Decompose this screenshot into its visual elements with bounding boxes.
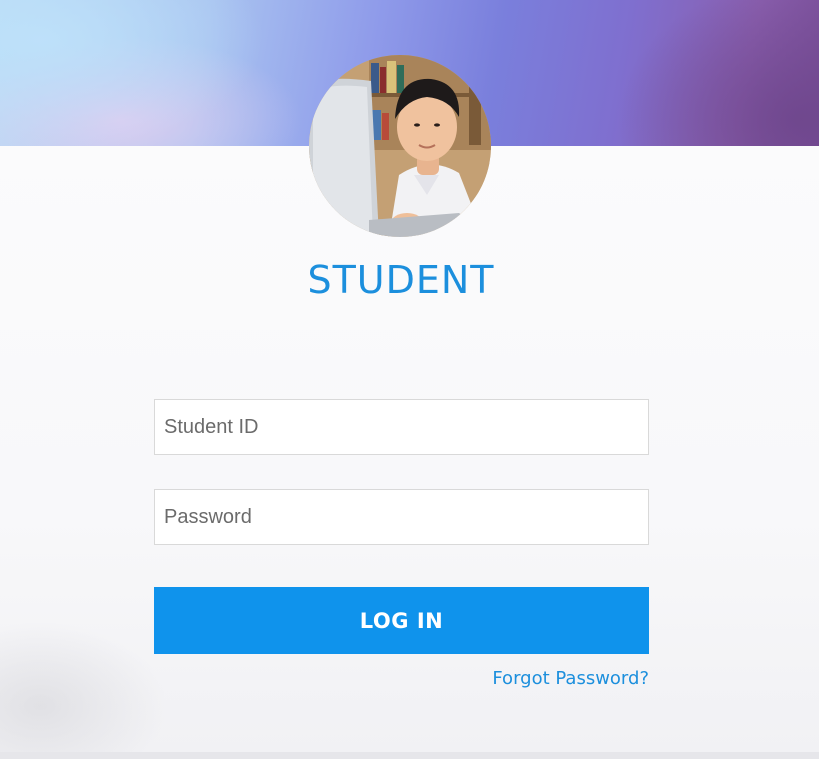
password-input[interactable]: [154, 489, 649, 545]
forgot-password-link[interactable]: Forgot Password?: [492, 668, 649, 689]
role-title: STUDENT: [307, 258, 495, 302]
student-photo-illustration: [309, 55, 491, 237]
login-button[interactable]: LOG IN: [154, 587, 649, 654]
footer-strip: [0, 752, 819, 759]
student-avatar: [309, 55, 491, 237]
student-id-input[interactable]: [154, 399, 649, 455]
